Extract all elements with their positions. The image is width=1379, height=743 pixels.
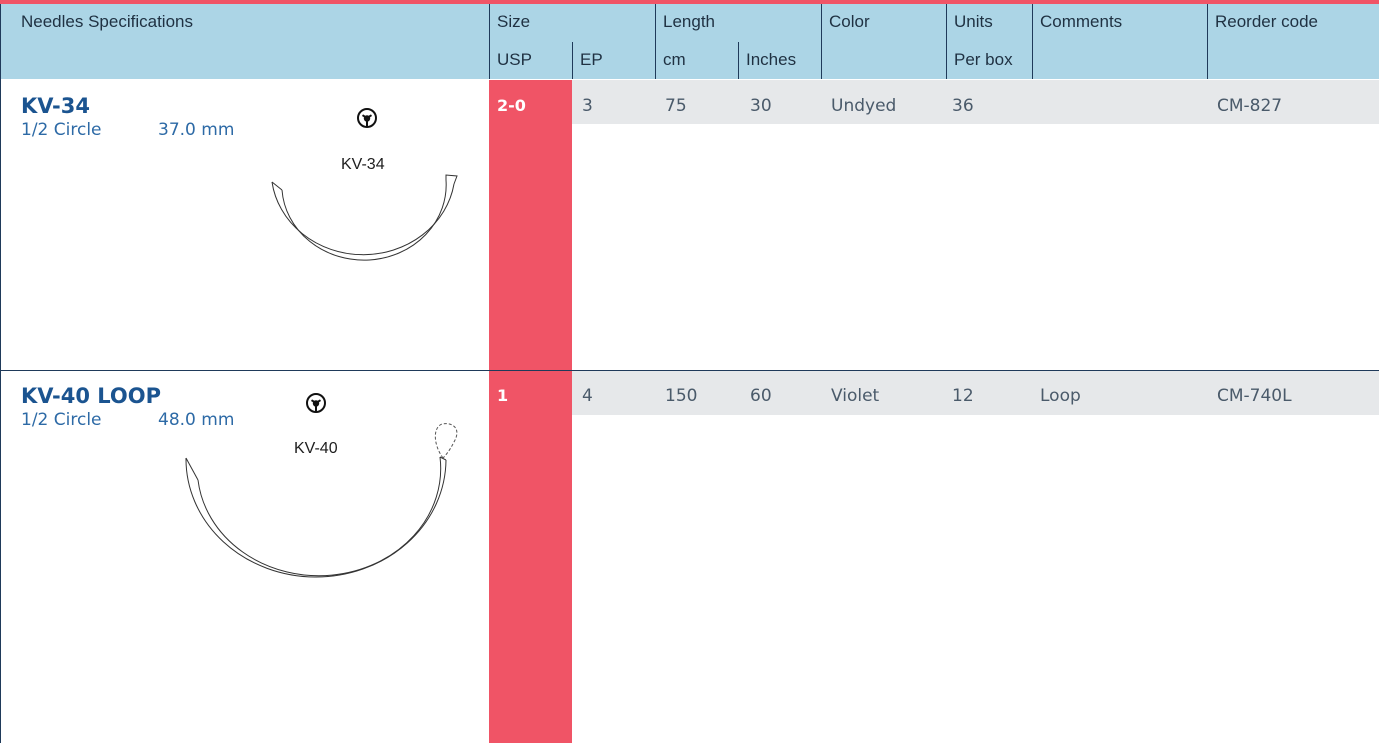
header-length: Length bbox=[663, 12, 715, 31]
units-value: 12 bbox=[952, 386, 974, 406]
usp-value: 1 bbox=[497, 386, 509, 405]
color-value: Undyed bbox=[831, 96, 897, 116]
divider bbox=[489, 4, 490, 79]
row-divider bbox=[0, 370, 1379, 371]
cm-value: 75 bbox=[665, 96, 687, 116]
header-usp: USP bbox=[497, 50, 532, 69]
table-header: Needles Specifications Size Length Color… bbox=[0, 4, 1379, 79]
divider bbox=[1032, 4, 1033, 79]
header-size: Size bbox=[497, 12, 531, 31]
units-value: 36 bbox=[952, 96, 974, 116]
reorder-code-value: CM-740L bbox=[1217, 386, 1292, 406]
divider bbox=[821, 4, 822, 79]
needle-length: 37.0 mm bbox=[158, 120, 235, 140]
header-inches: Inches bbox=[746, 50, 797, 69]
divider bbox=[946, 4, 947, 79]
ep-value: 4 bbox=[582, 386, 593, 406]
divider bbox=[655, 4, 656, 79]
needle-shape: 1/2 Circle 37.0 mm bbox=[21, 120, 234, 140]
inches-value: 30 bbox=[750, 96, 772, 116]
usp-column bbox=[489, 80, 572, 743]
needle-name: KV-34 bbox=[21, 94, 90, 118]
header-cm: cm bbox=[663, 50, 686, 69]
cm-value: 150 bbox=[665, 386, 698, 406]
needle-diagram bbox=[271, 174, 458, 261]
header-reorder-code: Reorder code bbox=[1215, 12, 1319, 31]
divider bbox=[1207, 4, 1208, 79]
needle-shape-label: 1/2 Circle bbox=[21, 120, 102, 140]
needle-point-icon bbox=[306, 393, 326, 413]
needle-point-icon bbox=[357, 108, 377, 128]
header-per-box: Per box bbox=[954, 50, 1013, 69]
needle-shape-label: 1/2 Circle bbox=[21, 410, 102, 430]
header-color: Color bbox=[829, 12, 870, 31]
header-ep: EP bbox=[580, 50, 603, 69]
divider bbox=[572, 42, 573, 79]
divider bbox=[0, 4, 1, 743]
color-value: Violet bbox=[831, 386, 880, 406]
needle-diagram bbox=[185, 423, 458, 578]
header-needles-spec: Needles Specifications bbox=[21, 12, 193, 31]
usp-value: 2-0 bbox=[497, 96, 526, 115]
header-comments: Comments bbox=[1040, 12, 1123, 31]
needle-shape: 1/2 Circle 48.0 mm bbox=[21, 410, 234, 430]
inches-value: 60 bbox=[750, 386, 772, 406]
comments-value: Loop bbox=[1040, 386, 1081, 406]
reorder-code-value: CM-827 bbox=[1217, 96, 1283, 116]
ep-value: 3 bbox=[582, 96, 593, 116]
needle-name: KV-40 LOOP bbox=[21, 384, 161, 408]
header-units: Units bbox=[954, 12, 993, 31]
divider bbox=[738, 42, 739, 79]
